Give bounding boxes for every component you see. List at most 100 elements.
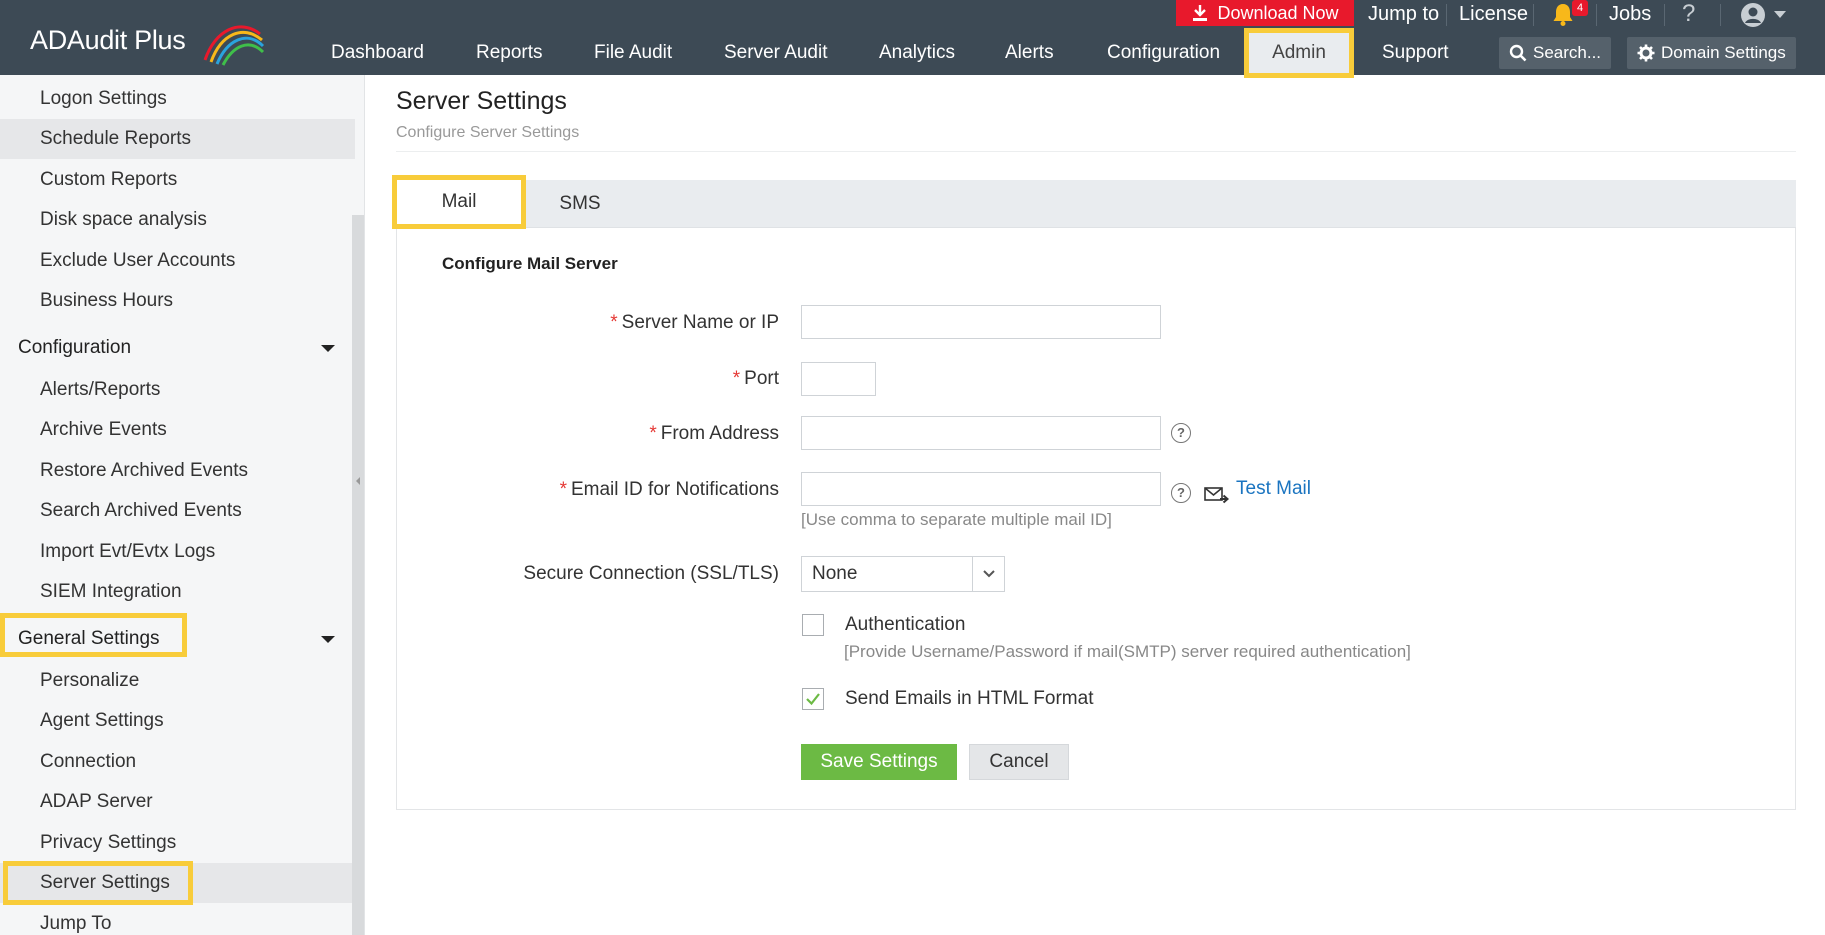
help-icon[interactable]: ?	[1171, 423, 1191, 443]
download-now-button[interactable]: Download Now	[1176, 0, 1354, 26]
user-avatar-icon	[1741, 3, 1765, 27]
tab-mail[interactable]: Mail	[392, 175, 526, 229]
nav-admin-label: Admin	[1272, 42, 1326, 63]
sidebar-item-disk-space-analysis[interactable]: Disk space analysis	[0, 200, 355, 240]
download-icon	[1193, 5, 1208, 21]
sidebar-scrollbar[interactable]	[352, 215, 364, 935]
tab-mail-label: Mail	[441, 191, 477, 212]
html-format-checkbox[interactable]	[802, 688, 824, 710]
port-input[interactable]	[801, 362, 876, 396]
sidebar-item-personalize[interactable]: Personalize	[0, 661, 355, 701]
title-divider	[396, 151, 1796, 152]
email-notifications-label: * Email ID for Notifications	[560, 479, 779, 501]
nav-file-audit[interactable]: File Audit	[594, 38, 672, 68]
authentication-label: Authentication	[845, 614, 966, 635]
tab-sms[interactable]: SMS	[540, 180, 620, 228]
required-mark: *	[559, 479, 567, 500]
sidebar-item-siem-integration[interactable]: SIEM Integration	[0, 572, 355, 612]
sidebar-item-import-evt-logs[interactable]: Import Evt/Evtx Logs	[0, 532, 355, 572]
send-mail-icon[interactable]	[1204, 484, 1230, 506]
from-address-input[interactable]	[801, 416, 1161, 450]
html-format-label: Send Emails in HTML Format	[845, 688, 1094, 709]
sidebar-item-adap-server[interactable]: ADAP Server	[0, 782, 355, 822]
required-mark: *	[732, 368, 741, 389]
nav-server-audit[interactable]: Server Audit	[724, 38, 828, 68]
sidebar-item-restore-archived-events[interactable]: Restore Archived Events	[0, 451, 355, 491]
sidebar-item-server-settings-label: Server Settings	[40, 872, 170, 893]
nav-alerts[interactable]: Alerts	[1005, 38, 1054, 68]
jump-to-link[interactable]: Jump to	[1368, 0, 1439, 30]
domain-settings-button[interactable]: Domain Settings	[1627, 37, 1796, 69]
utility-divider	[1533, 4, 1534, 26]
port-label: * Port	[733, 368, 779, 390]
chevron-down-icon	[1774, 11, 1786, 18]
authentication-hint: [Provide Username/Password if mail(SMTP)…	[844, 642, 1411, 661]
cancel-button[interactable]: Cancel	[969, 744, 1069, 780]
collapse-arrow-icon[interactable]	[356, 477, 360, 485]
check-icon	[806, 693, 820, 706]
email-hint: [Use comma to separate multiple mail ID]	[801, 510, 1112, 529]
secure-connection-label: Secure Connection (SSL/TLS)	[523, 563, 779, 584]
sidebar-item-search-archived-events[interactable]: Search Archived Events	[0, 491, 355, 531]
domain-settings-label: Domain Settings	[1661, 43, 1786, 62]
sidebar-group-general-settings[interactable]: General Settings	[0, 613, 355, 659]
top-header: ADAudit Plus Download Now Jump to Licens…	[0, 0, 1825, 78]
sidebar-group-configuration-label: Configuration	[18, 337, 132, 358]
nav-support[interactable]: Support	[1382, 38, 1449, 68]
sidebar-item-server-settings[interactable]: Server Settings	[0, 861, 355, 905]
nav-configuration[interactable]: Configuration	[1107, 38, 1220, 68]
page-title: Server Settings	[396, 87, 567, 115]
caret-down-icon	[321, 636, 335, 643]
tab-sms-label: SMS	[559, 193, 601, 214]
nav-dashboard[interactable]: Dashboard	[331, 38, 424, 68]
required-mark: *	[610, 312, 618, 333]
sidebar-group-general-settings-label: General Settings	[18, 628, 160, 649]
nav-reports[interactable]: Reports	[476, 38, 543, 68]
from-address-label: * From Address	[649, 423, 779, 445]
sidebar-item-connection[interactable]: Connection	[0, 742, 355, 782]
license-link[interactable]: License	[1459, 0, 1528, 30]
search-icon	[1509, 44, 1527, 62]
section-title: Configure Mail Server	[442, 254, 618, 273]
utility-divider	[1446, 4, 1447, 26]
server-name-label-text: Server Name or IP	[621, 312, 779, 333]
search-button[interactable]: Search...	[1499, 37, 1612, 69]
left-sidebar: Logon Settings Schedule Reports Custom R…	[0, 75, 365, 935]
email-notifications-label-text: Email ID for Notifications	[570, 479, 779, 500]
sidebar-item-alerts-reports[interactable]: Alerts/Reports	[0, 370, 355, 410]
secure-connection-select[interactable]: None	[801, 556, 1005, 592]
user-menu[interactable]	[1740, 0, 1800, 30]
help-icon[interactable]: ?	[1171, 483, 1191, 503]
download-now-label: Download Now	[1217, 2, 1339, 23]
server-name-input[interactable]	[801, 305, 1161, 339]
sidebar-item-business-hours[interactable]: Business Hours	[0, 281, 355, 321]
authentication-checkbox[interactable]	[802, 614, 824, 636]
notification-count-badge: 4	[1572, 0, 1588, 16]
jobs-link[interactable]: Jobs	[1609, 0, 1651, 30]
select-toggle[interactable]	[972, 557, 1004, 591]
utility-bar: Download Now Jump to License 4 Jobs ?	[0, 0, 1825, 30]
test-mail-link[interactable]: Test Mail	[1236, 478, 1311, 500]
sidebar-item-privacy-settings[interactable]: Privacy Settings	[0, 823, 355, 863]
save-settings-button[interactable]: Save Settings	[801, 744, 957, 780]
sidebar-item-custom-reports[interactable]: Custom Reports	[0, 160, 355, 200]
help-icon[interactable]: ?	[1682, 0, 1695, 30]
gear-icon	[1637, 44, 1655, 62]
sidebar-group-configuration[interactable]: Configuration	[0, 328, 355, 368]
chevron-down-icon	[982, 570, 995, 578]
sidebar-item-schedule-reports[interactable]: Schedule Reports	[0, 119, 355, 159]
nav-analytics[interactable]: Analytics	[879, 38, 955, 68]
caret-down-icon	[321, 345, 335, 352]
utility-divider	[1720, 4, 1721, 26]
sidebar-item-jump-to[interactable]: Jump To	[0, 904, 355, 935]
search-label: Search...	[1533, 43, 1602, 62]
page-subtitle: Configure Server Settings	[396, 124, 580, 141]
nav-admin[interactable]: Admin	[1244, 28, 1354, 78]
port-label-text: Port	[744, 368, 779, 389]
email-notifications-input[interactable]	[801, 472, 1161, 506]
sidebar-item-agent-settings[interactable]: Agent Settings	[0, 701, 355, 741]
sidebar-item-logon-settings[interactable]: Logon Settings	[0, 79, 355, 119]
sidebar-item-exclude-user-accounts[interactable]: Exclude User Accounts	[0, 241, 355, 281]
server-name-label: * Server Name or IP	[610, 312, 779, 334]
sidebar-item-archive-events[interactable]: Archive Events	[0, 410, 355, 450]
